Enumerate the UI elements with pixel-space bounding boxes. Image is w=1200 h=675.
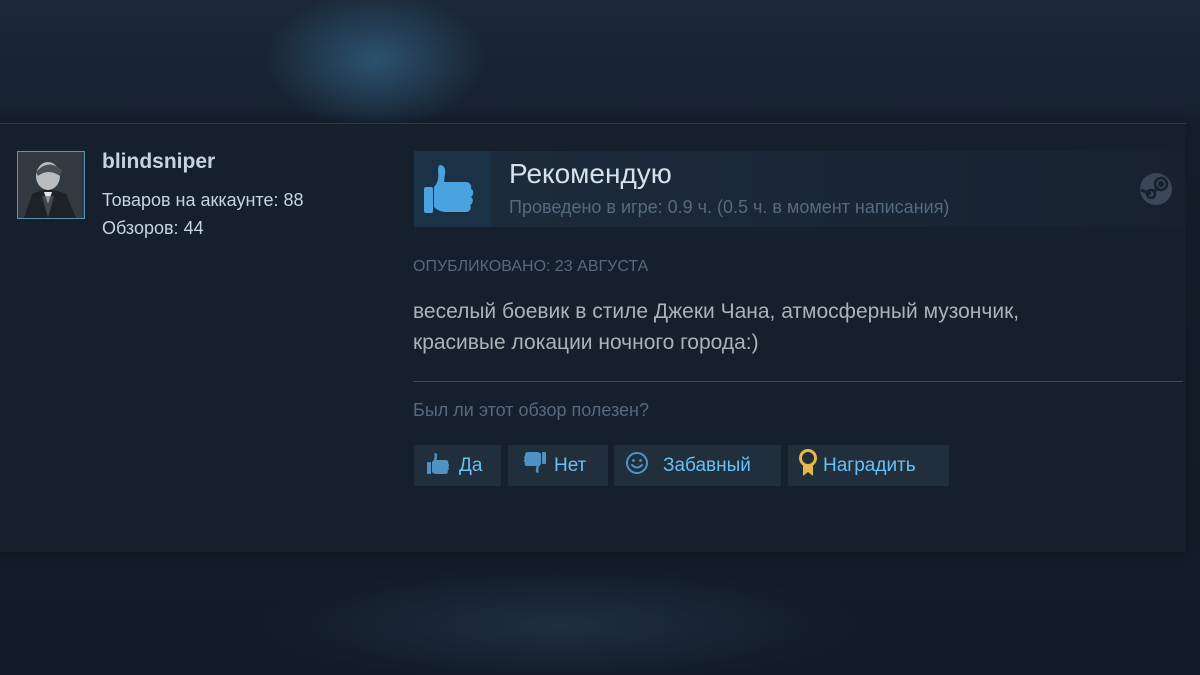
- author-username[interactable]: blindsniper: [102, 150, 215, 174]
- steam-logo-icon: [1139, 172, 1173, 206]
- avatar[interactable]: [17, 151, 85, 219]
- vote-no-button[interactable]: Нет: [508, 445, 608, 486]
- smiley-icon: [625, 451, 649, 481]
- divider: [413, 381, 1183, 382]
- award-medal-icon: [797, 448, 819, 483]
- vote-funny-label: Забавный: [663, 454, 751, 476]
- thumbs-up-icon: [426, 451, 452, 481]
- verdict-title[interactable]: Рекомендую: [509, 158, 672, 190]
- review-text-line: красивые локации ночного города:): [413, 331, 759, 354]
- award-button[interactable]: Наградить: [788, 445, 949, 486]
- award-label: Наградить: [823, 454, 916, 476]
- review-text-line: веселый боевик в стиле Джеки Чана, атмос…: [413, 300, 1020, 323]
- posted-date: ОПУБЛИКОВАНО: 23 АВГУСТА: [413, 258, 649, 275]
- vote-yes-label: Да: [459, 454, 483, 476]
- vote-no-label: Нет: [554, 454, 587, 476]
- helpful-question: Был ли этот обзор полезен?: [413, 400, 649, 420]
- author-reviews-count[interactable]: Обзоров: 44: [102, 218, 204, 239]
- recommend-thumb-box: [414, 151, 491, 227]
- vote-funny-button[interactable]: Забавный: [614, 445, 781, 486]
- thumbs-down-icon: [521, 451, 547, 481]
- vote-yes-button[interactable]: Да: [414, 445, 501, 486]
- thumbs-up-icon: [424, 165, 474, 213]
- avatar-photo: [18, 152, 84, 218]
- hours-played: Проведено в игре: 0.9 ч. (0.5 ч. в момен…: [509, 197, 950, 217]
- author-products-count[interactable]: Товаров на аккаунте: 88: [102, 190, 304, 211]
- review-text: веселый боевик в стиле Джеки Чана, атмос…: [413, 296, 1173, 358]
